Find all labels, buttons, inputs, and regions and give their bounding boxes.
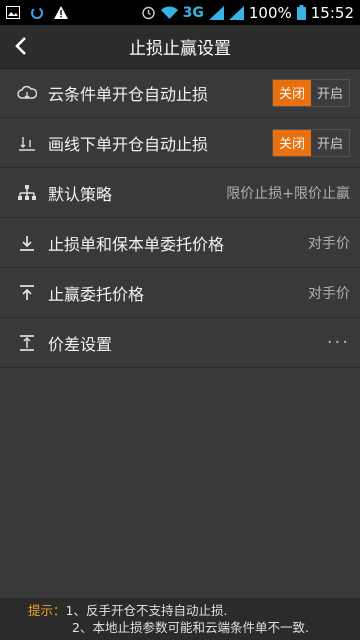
clock: 15:52 bbox=[310, 3, 354, 22]
network-type: 3G bbox=[182, 4, 204, 21]
setting-value: 对手价 bbox=[308, 235, 350, 252]
tip-label: 提示： bbox=[28, 603, 66, 618]
setting-row-spread[interactable]: 价差设置 ··· bbox=[0, 318, 360, 368]
toggle-close-option[interactable]: 关闭 bbox=[273, 129, 311, 156]
setting-row-take-profit-price[interactable]: 止赢委托价格 对手价 bbox=[0, 268, 360, 318]
battery-percent: 100% bbox=[248, 3, 292, 22]
more-icon[interactable]: ··· bbox=[327, 332, 350, 353]
toggle-close-option[interactable]: 关闭 bbox=[273, 79, 311, 106]
setting-row-default-strategy[interactable]: 默认策略 限价止损+限价止赢 bbox=[0, 168, 360, 218]
signal-icon-2 bbox=[228, 5, 244, 20]
toggle-open-option[interactable]: 开启 bbox=[311, 79, 349, 106]
status-bar: 3G 100% 15:52 bbox=[0, 0, 360, 25]
setting-value: 对手价 bbox=[308, 285, 350, 302]
toggle-open-option[interactable]: 开启 bbox=[311, 129, 349, 156]
draw-line-icon bbox=[16, 132, 38, 154]
setting-row-stop-order-price[interactable]: 止损单和保本单委托价格 对手价 bbox=[0, 218, 360, 268]
chevron-left-icon bbox=[15, 37, 26, 55]
setting-row-cloud-auto-stop[interactable]: 云条件单开仓自动止损 关闭 开启 bbox=[0, 68, 360, 118]
tip-text: 2、本地止损参数可能和云端条件单不一致. bbox=[72, 620, 309, 635]
spread-icon bbox=[16, 332, 38, 354]
setting-label: 价差设置 bbox=[48, 334, 113, 354]
tip-text: 1、反手开仓不支持自动止损. bbox=[65, 603, 228, 618]
title-bar: 止损止赢设置 bbox=[0, 25, 360, 69]
cloud-icon bbox=[16, 82, 38, 104]
tip-line-1: 提示：1、反手开仓不支持自动止损. bbox=[28, 602, 350, 619]
tip-line-2: 2、本地止损参数可能和云端条件单不一致. bbox=[28, 619, 350, 636]
setting-row-drawline-auto-stop[interactable]: 画线下单开仓自动止损 关闭 开启 bbox=[0, 118, 360, 168]
image-icon bbox=[6, 6, 20, 19]
wifi-icon bbox=[160, 6, 178, 19]
sync-icon bbox=[31, 6, 43, 19]
battery-icon bbox=[296, 5, 306, 20]
setting-label: 止损单和保本单委托价格 bbox=[48, 234, 225, 254]
setting-label: 止赢委托价格 bbox=[48, 284, 145, 304]
setting-label: 默认策略 bbox=[48, 184, 113, 204]
back-button[interactable] bbox=[6, 31, 36, 61]
settings-list: 云条件单开仓自动止损 关闭 开启 画线下单开仓自动止损 关闭 开启 默认策略 限… bbox=[0, 68, 360, 368]
drawline-auto-stop-toggle[interactable]: 关闭 开启 bbox=[272, 128, 350, 157]
hierarchy-icon bbox=[16, 182, 38, 204]
setting-value: 限价止损+限价止赢 bbox=[226, 185, 350, 202]
warning-icon bbox=[54, 6, 68, 19]
arrow-up-icon bbox=[16, 282, 38, 304]
signal-icon bbox=[208, 5, 224, 20]
setting-label: 画线下单开仓自动止损 bbox=[48, 134, 209, 154]
arrow-down-icon bbox=[16, 232, 38, 254]
setting-label: 云条件单开仓自动止损 bbox=[48, 84, 209, 104]
alarm-icon bbox=[141, 6, 155, 20]
page-title: 止损止赢设置 bbox=[129, 39, 231, 59]
tips-panel: 提示：1、反手开仓不支持自动止损. 2、本地止损参数可能和云端条件单不一致. bbox=[0, 598, 360, 640]
cloud-auto-stop-toggle[interactable]: 关闭 开启 bbox=[272, 78, 350, 107]
